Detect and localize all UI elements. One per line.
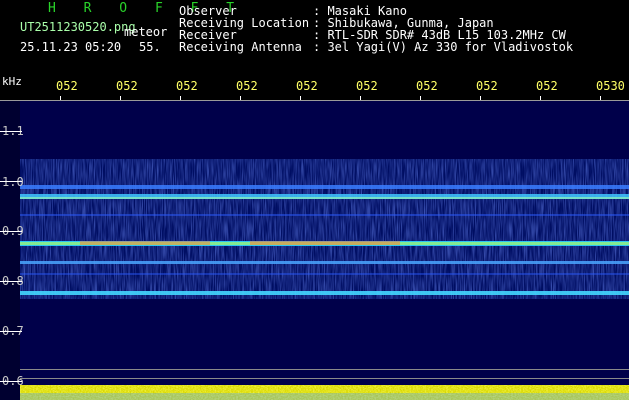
y-tick xyxy=(0,331,22,332)
y-tick xyxy=(0,281,22,282)
x-tick-label: 052 xyxy=(356,79,378,93)
x-tick xyxy=(540,96,541,100)
axis-unit-label: kHz xyxy=(2,75,22,88)
field-label-antenna: Receiving Antenna xyxy=(179,40,302,54)
x-tick-label: 052 xyxy=(536,79,558,93)
frame-label: 55. xyxy=(139,40,161,54)
x-tick xyxy=(60,96,61,100)
x-tick-label: 052 xyxy=(296,79,318,93)
x-tick-label: 052 xyxy=(416,79,438,93)
x-tick-label: 0530 xyxy=(596,79,625,93)
spectrogram-canvas xyxy=(0,101,629,400)
filename-label: UT2511230520.png xyxy=(20,20,136,34)
x-tick xyxy=(120,96,121,100)
y-tick xyxy=(0,381,22,382)
y-tick xyxy=(0,231,22,232)
x-tick xyxy=(480,96,481,100)
spectrogram-plot xyxy=(0,101,629,400)
x-tick xyxy=(420,96,421,100)
mode-label: meteor xyxy=(124,25,168,39)
x-tick-label: 052 xyxy=(116,79,138,93)
x-tick xyxy=(360,96,361,100)
x-tick-label: 052 xyxy=(56,79,78,93)
field-value-antenna: : 3el Yagi(V) Az 330 for Vladivostok xyxy=(313,40,574,54)
datetime-label: 25.11.23 05:20 xyxy=(20,40,122,54)
y-tick xyxy=(0,131,22,132)
x-tick-label: 052 xyxy=(176,79,198,93)
x-tick xyxy=(180,96,181,100)
y-tick-label: 1.0 xyxy=(2,175,24,189)
x-tick xyxy=(240,96,241,100)
x-tick-label: 052 xyxy=(236,79,258,93)
x-tick xyxy=(300,96,301,100)
header-panel: H R O F F T UT2511230520.png meteor 25.1… xyxy=(0,0,629,70)
y-tick xyxy=(0,181,22,182)
x-tick-label: 052 xyxy=(476,79,498,93)
x-tick xyxy=(600,96,601,100)
